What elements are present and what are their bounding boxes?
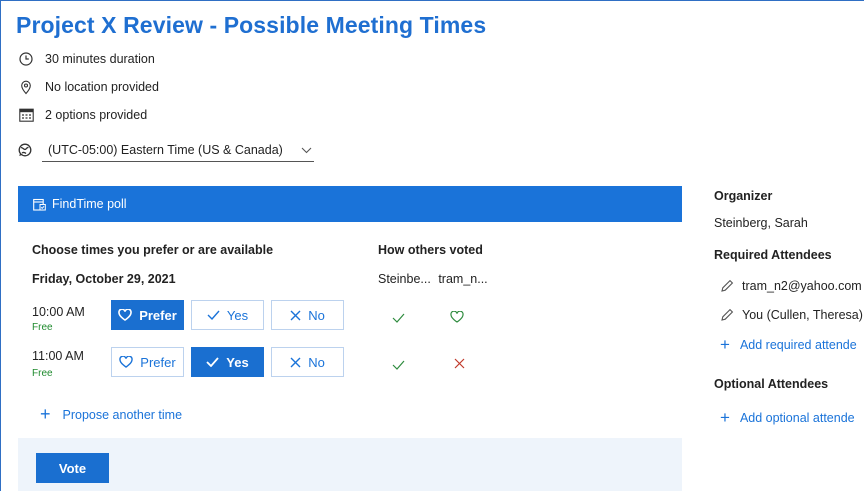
clock-icon: [18, 51, 34, 67]
required-heading: Required Attendees: [714, 248, 832, 262]
prefer-label: Prefer: [140, 354, 176, 370]
voter-name: Steinbe...: [378, 272, 431, 286]
attendee-name: You (Cullen, Theresa): [742, 308, 863, 322]
chevron-down-icon: [301, 143, 312, 157]
no-label: No: [308, 354, 325, 370]
slot-availability: Free: [32, 322, 53, 333]
add-required-label: Add required attende: [739, 338, 857, 352]
prefer-button[interactable]: Prefer: [111, 300, 184, 330]
pencil-icon: [720, 308, 734, 322]
organizer-heading: Organizer: [714, 189, 773, 203]
location-row: No location provided: [18, 79, 159, 95]
add-optional-attendee-link[interactable]: + Add optional attende: [720, 408, 855, 428]
plus-icon: +: [40, 404, 51, 424]
heart-icon: [118, 309, 133, 321]
calendar-icon: [18, 107, 34, 123]
heart-icon: [450, 311, 464, 323]
yes-label: Yes: [226, 354, 249, 370]
heart-icon: [119, 356, 133, 368]
attendee-item[interactable]: tram_n2@yahoo.com: [720, 279, 862, 293]
options-row: 2 options provided: [18, 107, 147, 123]
add-required-attendee-link[interactable]: + Add required attende: [720, 335, 857, 355]
slot-time: 10:00 AM: [32, 305, 85, 319]
voter-names: Steinbe... tram_n...: [378, 272, 488, 286]
poll-header-label: FindTime poll: [52, 197, 127, 211]
add-optional-label: Add optional attende: [739, 411, 855, 425]
location-pin-icon: [18, 79, 34, 95]
no-button[interactable]: No: [271, 347, 344, 377]
pencil-icon: [720, 279, 734, 293]
timezone-row: (UTC-05:00) Eastern Time (US & Canada): [18, 138, 314, 162]
prefer-button[interactable]: Prefer: [111, 347, 184, 377]
plus-icon: +: [720, 408, 730, 427]
duration-text: 30 minutes duration: [45, 52, 155, 66]
check-icon: [207, 310, 220, 320]
yes-label: Yes: [226, 307, 249, 323]
duration-row: 30 minutes duration: [18, 51, 155, 67]
vote-button[interactable]: Vote: [36, 453, 109, 483]
location-text: No location provided: [45, 80, 159, 94]
close-icon: [290, 357, 301, 368]
findtime-icon: [33, 198, 46, 211]
poll-date: Friday, October 29, 2021: [32, 272, 176, 286]
prefer-label: Prefer: [139, 307, 177, 323]
no-label: No: [308, 307, 325, 323]
choose-heading: Choose times you prefer or are available: [32, 243, 274, 257]
poll-footer: Vote: [18, 438, 682, 491]
others-voted-heading: How others voted: [378, 243, 483, 257]
globe-icon: [18, 143, 32, 157]
plus-icon: +: [720, 335, 730, 354]
timezone-value: (UTC-05:00) Eastern Time (US & Canada): [48, 142, 283, 157]
attendee-item[interactable]: You (Cullen, Theresa): [720, 308, 863, 322]
findtime-poll-panel: FindTime poll Choose times you prefer or…: [18, 186, 682, 491]
slot-availability: Free: [32, 368, 53, 379]
optional-heading: Optional Attendees: [714, 377, 829, 391]
propose-label: Propose another time: [62, 407, 183, 422]
close-icon: [290, 310, 301, 321]
voter-name: tram_n...: [438, 272, 488, 286]
poll-header: FindTime poll: [18, 186, 682, 222]
yes-button[interactable]: Yes: [191, 347, 264, 377]
timezone-dropdown[interactable]: (UTC-05:00) Eastern Time (US & Canada): [42, 138, 314, 162]
x-icon: [454, 358, 465, 369]
attendee-name: tram_n2@yahoo.com: [742, 279, 862, 293]
yes-button[interactable]: Yes: [191, 300, 264, 330]
check-icon: [392, 360, 405, 370]
slot-time: 11:00 AM: [32, 349, 84, 363]
organizer-name: Steinberg, Sarah: [714, 216, 808, 230]
no-button[interactable]: No: [271, 300, 344, 330]
check-icon: [206, 357, 219, 367]
page-title: Project X Review - Possible Meeting Time…: [16, 12, 487, 38]
check-icon: [392, 313, 405, 323]
options-text: 2 options provided: [45, 108, 148, 122]
propose-time-link[interactable]: + Propose another time: [40, 404, 182, 425]
